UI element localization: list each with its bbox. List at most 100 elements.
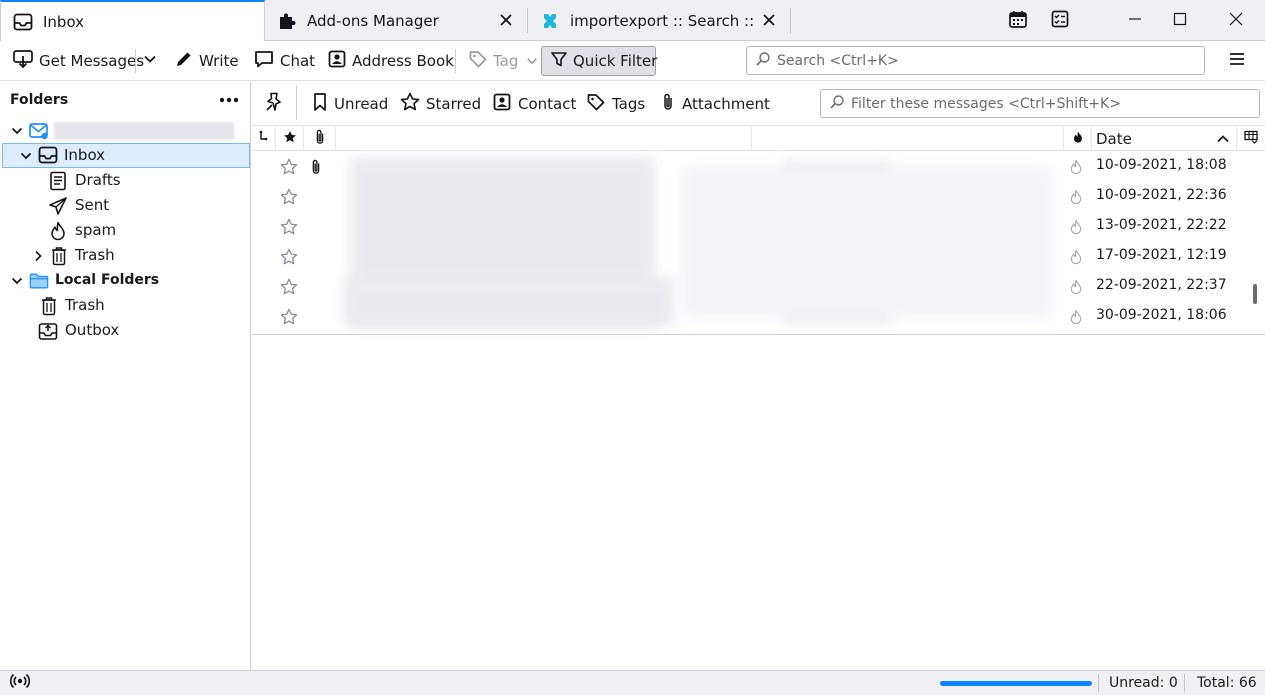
thread-column-picker[interactable]	[252, 127, 276, 151]
message-date: 30-09-2021, 18:06	[1096, 307, 1227, 323]
message-row[interactable]: 22-09-2021, 22:37	[252, 271, 1245, 301]
folder-trash[interactable]: Trash	[2, 244, 250, 269]
star-outline-icon[interactable]	[278, 187, 300, 207]
unread-count: Unread: 0	[1109, 675, 1178, 691]
toolbar-separator	[135, 49, 136, 73]
app-menu-button[interactable]	[1224, 50, 1250, 72]
tab-importexport-search[interactable]: importexport :: Search :: Add-ons	[528, 0, 790, 41]
chat-label: Chat	[280, 52, 316, 70]
online-status-button[interactable]	[9, 673, 31, 691]
folder-label: Inbox	[64, 146, 106, 164]
twisty-expanded-icon[interactable]	[10, 124, 24, 138]
column-picker-button[interactable]	[1236, 127, 1265, 151]
folder-drafts[interactable]: Drafts	[2, 169, 250, 194]
twisty-expanded-icon[interactable]	[19, 149, 33, 163]
calendar-button[interactable]	[995, 0, 1041, 41]
sent-icon	[48, 196, 68, 216]
filter-icon	[550, 50, 573, 72]
message-row[interactable]: 10-09-2021, 18:08	[252, 151, 1245, 181]
filter-tags-button[interactable]: Tags	[586, 90, 645, 118]
junk-column-header[interactable]	[1064, 127, 1092, 151]
message-row[interactable]: 17-09-2021, 12:19	[252, 241, 1245, 271]
close-icon[interactable]	[497, 11, 515, 29]
filter-messages-input[interactable]: Filter these messages <Ctrl+Shift+K>	[820, 89, 1260, 118]
filter-attachment-label: Attachment	[682, 95, 770, 113]
folder-local-trash[interactable]: Trash	[2, 294, 250, 319]
thread-icon	[258, 130, 270, 148]
starred-column-header[interactable]	[276, 127, 304, 151]
junk-status-icon[interactable]	[1067, 277, 1085, 297]
maximize-icon	[1173, 12, 1187, 30]
date-column-header[interactable]: Date	[1096, 127, 1236, 151]
message-date: 17-09-2021, 12:19	[1096, 247, 1227, 263]
folder-account[interactable]	[2, 119, 250, 144]
junk-status-icon[interactable]	[1067, 157, 1085, 177]
subject-column-header[interactable]	[336, 127, 752, 151]
junk-status-icon[interactable]	[1067, 307, 1085, 327]
thread-scrollbar[interactable]	[1253, 284, 1257, 304]
tab-inbox[interactable]: Inbox	[0, 0, 265, 42]
thread-header: Date	[252, 127, 1265, 151]
close-icon[interactable]	[760, 11, 778, 29]
filter-attachment-button[interactable]: Attachment	[660, 90, 770, 118]
tasks-button[interactable]	[1037, 0, 1083, 41]
maximize-button[interactable]	[1157, 0, 1203, 41]
close-window-button[interactable]	[1213, 0, 1259, 41]
star-outline-icon[interactable]	[278, 217, 300, 237]
calendar-icon	[1008, 9, 1028, 33]
star-outline-icon[interactable]	[278, 247, 300, 267]
tab-label: Inbox	[43, 13, 85, 31]
folder-spam[interactable]: spam	[2, 219, 250, 244]
tab-label: Add-ons Manager	[307, 11, 439, 30]
correspondent-column-header[interactable]	[752, 127, 1064, 151]
message-row[interactable]: 10-09-2021, 22:36	[252, 181, 1245, 211]
folder-pane: Folders Inbox Drafts Sent spam Trash Loc…	[0, 82, 251, 670]
quick-filter-button[interactable]: Quick Filter	[541, 46, 657, 76]
attachment-column-header[interactable]	[304, 127, 336, 151]
account-mail-icon	[29, 121, 49, 141]
junk-status-icon[interactable]	[1067, 187, 1085, 207]
write-button[interactable]: Write	[170, 46, 243, 76]
filter-contact-button[interactable]: Contact	[492, 90, 576, 118]
star-outline-icon[interactable]	[278, 307, 300, 327]
tag-icon	[468, 49, 493, 73]
global-search-input[interactable]: Search <Ctrl+K>	[746, 46, 1205, 75]
star-outline-icon[interactable]	[278, 277, 300, 297]
folder-sent[interactable]: Sent	[2, 194, 250, 219]
get-messages-button[interactable]: Get Messages	[8, 46, 148, 76]
filter-starred-button[interactable]: Starred	[400, 90, 481, 118]
message-date: 10-09-2021, 22:36	[1096, 187, 1227, 203]
junk-status-icon[interactable]	[1067, 247, 1085, 267]
filter-starred-label: Starred	[426, 95, 482, 113]
account-name-redacted	[54, 122, 234, 140]
address-book-icon	[327, 49, 352, 73]
message-row[interactable]: 30-09-2021, 18:06	[252, 301, 1245, 331]
twisty-collapsed-icon[interactable]	[31, 249, 45, 263]
tab-addons-manager[interactable]: Add-ons Manager	[265, 0, 527, 41]
minimize-button[interactable]	[1112, 0, 1158, 41]
get-messages-dropdown[interactable]	[139, 46, 166, 76]
junk-status-icon[interactable]	[1067, 217, 1085, 237]
tag-label: Tag	[493, 52, 519, 70]
column-picker-icon	[1244, 130, 1258, 148]
address-book-button[interactable]: Address Book	[323, 46, 458, 76]
inbox-icon	[13, 12, 33, 32]
tag-button[interactable]: Tag	[464, 46, 547, 76]
trash-icon	[49, 246, 69, 266]
progress-fill	[940, 681, 1092, 686]
junk-filled-icon	[1072, 130, 1084, 148]
folder-pane-options-button[interactable]	[218, 90, 240, 108]
chat-button[interactable]: Chat	[249, 46, 319, 76]
star-outline-icon[interactable]	[278, 157, 300, 177]
twisty-expanded-icon[interactable]	[10, 274, 24, 288]
search-icon	[829, 94, 851, 114]
folder-inbox[interactable]: Inbox	[2, 143, 250, 168]
message-row[interactable]: 13-09-2021, 22:22	[252, 211, 1245, 241]
filter-unread-label: Unread	[334, 95, 389, 113]
paperclip-icon	[660, 92, 682, 116]
bookmark-icon	[312, 92, 334, 116]
folder-outbox[interactable]: Outbox	[2, 319, 250, 344]
folder-local-folders[interactable]: Local Folders	[2, 269, 250, 294]
sticky-filter-button[interactable]	[264, 90, 292, 118]
filter-unread-button[interactable]: Unread	[312, 90, 388, 118]
